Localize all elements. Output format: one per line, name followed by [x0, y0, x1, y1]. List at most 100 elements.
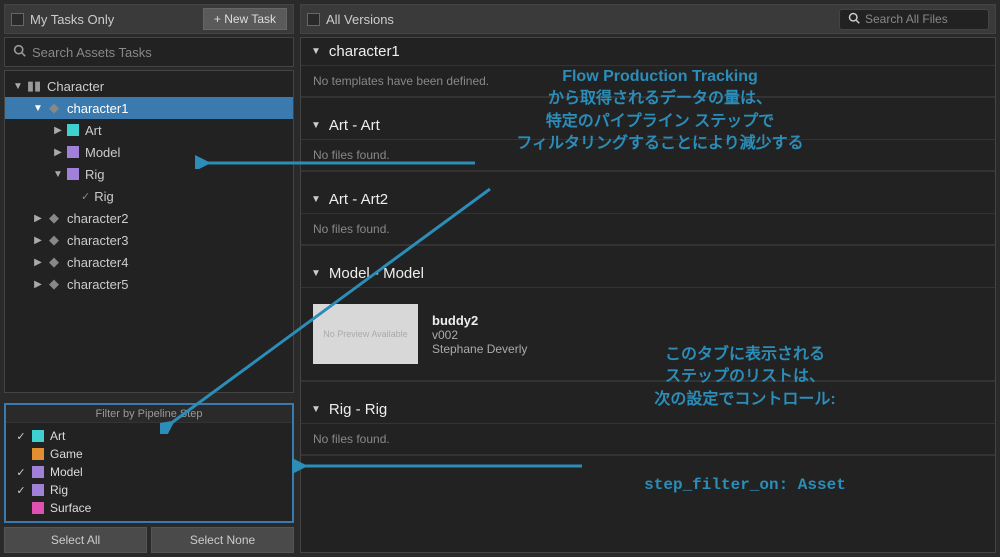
swatch-pink — [32, 502, 44, 514]
section-title: character1 — [329, 43, 400, 60]
section-body: No files found. — [301, 140, 995, 171]
section-title: Art - Art2 — [329, 191, 388, 208]
tree-label: Rig — [85, 167, 105, 182]
file-sections: ▼ character1 No templates have been defi… — [300, 37, 996, 553]
chevron-right-icon: ▶ — [33, 257, 43, 268]
tree-label: character2 — [67, 211, 128, 226]
section-header-art-art[interactable]: ▼ Art - Art — [301, 112, 995, 140]
filter-label: Game — [50, 447, 83, 461]
filter-item-rig[interactable]: ✓ Rig — [14, 481, 284, 499]
cube-icon: ◆ — [47, 212, 61, 224]
cube-icon: ◆ — [47, 234, 61, 246]
chevron-down-icon: ▼ — [33, 103, 43, 114]
chevron-right-icon: ▶ — [53, 125, 63, 136]
search-assets-input[interactable]: Search Assets Tasks — [4, 37, 294, 67]
chevron-down-icon: ▼ — [311, 194, 321, 205]
chevron-down-icon: ▼ — [311, 404, 321, 415]
asset-tree: ▼ ▮▮ Character ▼ ◆ character1 ▶ Art ▶ Mo… — [4, 70, 294, 393]
swatch-orange — [32, 448, 44, 460]
chevron-down-icon: ▼ — [311, 268, 321, 279]
check-icon: ✓ — [81, 190, 90, 203]
section-header-character1[interactable]: ▼ character1 — [301, 38, 995, 66]
select-none-button[interactable]: Select None — [151, 527, 294, 553]
cube-icon: ◆ — [47, 256, 61, 268]
file-author: Stephane Deverly — [432, 342, 527, 356]
section-body: No templates have been defined. — [301, 66, 995, 97]
filter-item-model[interactable]: ✓ Model — [14, 463, 284, 481]
select-all-button[interactable]: Select All — [4, 527, 147, 553]
check-icon: ✓ — [14, 430, 28, 443]
all-versions-label: All Versions — [326, 12, 839, 27]
tree-row-character5[interactable]: ▶ ◆ character5 — [5, 273, 293, 295]
check-icon: ✓ — [14, 484, 28, 497]
tree-label: character5 — [67, 277, 128, 292]
filter-item-art[interactable]: ✓ Art — [14, 427, 284, 445]
search-placeholder: Search All Files — [865, 12, 948, 26]
tree-label: character4 — [67, 255, 128, 270]
filter-title: Filter by Pipeline Step — [6, 405, 292, 423]
tree-label: Model — [85, 145, 120, 160]
section-title: Art - Art — [329, 117, 380, 134]
filter-label: Art — [50, 429, 65, 443]
thumbnail: No Preview Available — [313, 304, 418, 364]
tree-row-model[interactable]: ▶ Model — [5, 141, 293, 163]
filter-item-game[interactable]: Game — [14, 445, 284, 463]
new-task-button[interactable]: + New Task — [203, 8, 287, 30]
swatch-purple — [67, 168, 79, 180]
chevron-right-icon: ▶ — [33, 279, 43, 290]
swatch-purple — [67, 146, 79, 158]
check-icon: ✓ — [14, 466, 28, 479]
left-panel-header: My Tasks Only + New Task — [4, 4, 294, 34]
tree-row-character3[interactable]: ▶ ◆ character3 — [5, 229, 293, 251]
chevron-down-icon: ▼ — [13, 81, 23, 92]
tree-label: Character — [47, 79, 104, 94]
section-title: Rig - Rig — [329, 401, 387, 418]
swatch-cyan — [67, 124, 79, 136]
cube-icon: ◆ — [47, 278, 61, 290]
chevron-right-icon: ▶ — [33, 235, 43, 246]
tree-row-rig[interactable]: ▼ Rig — [5, 163, 293, 185]
tree-row-art[interactable]: ▶ Art — [5, 119, 293, 141]
right-panel-header: All Versions Search All Files — [300, 4, 996, 34]
section-header-model-model[interactable]: ▼ Model - Model — [301, 260, 995, 288]
tree-row-rig-task[interactable]: ✓ Rig — [5, 185, 293, 207]
chevron-right-icon: ▶ — [53, 147, 63, 158]
pipeline-step-filter: Filter by Pipeline Step ✓ Art Game ✓ Mod… — [4, 403, 294, 523]
filter-label: Rig — [50, 483, 68, 497]
tree-row-character1[interactable]: ▼ ◆ character1 — [5, 97, 293, 119]
tree-label: character3 — [67, 233, 128, 248]
chevron-down-icon: ▼ — [53, 169, 63, 180]
file-name: buddy2 — [432, 313, 527, 328]
tree-label: Art — [85, 123, 102, 138]
tree-row-character4[interactable]: ▶ ◆ character4 — [5, 251, 293, 273]
filter-label: Model — [50, 465, 83, 479]
section-body: No files found. — [301, 424, 995, 455]
filter-item-surface[interactable]: Surface — [14, 499, 284, 517]
my-tasks-only-checkbox[interactable] — [11, 13, 24, 26]
swatch-purple — [32, 484, 44, 496]
file-item-buddy2[interactable]: No Preview Available buddy2 v002 Stephan… — [313, 296, 983, 372]
search-placeholder: Search Assets Tasks — [32, 45, 152, 60]
chevron-down-icon: ▼ — [311, 120, 321, 131]
search-files-input[interactable]: Search All Files — [839, 9, 989, 30]
tree-label: Rig — [94, 189, 114, 204]
search-icon — [848, 12, 860, 27]
cube-icon: ◆ — [47, 102, 61, 114]
swatch-purple — [32, 466, 44, 478]
tree-row-character2[interactable]: ▶ ◆ character2 — [5, 207, 293, 229]
tree-row-character[interactable]: ▼ ▮▮ Character — [5, 75, 293, 97]
folder-icon: ▮▮ — [27, 80, 41, 92]
swatch-cyan — [32, 430, 44, 442]
all-versions-checkbox[interactable] — [307, 13, 320, 26]
file-version: v002 — [432, 328, 527, 342]
section-header-rig-rig[interactable]: ▼ Rig - Rig — [301, 396, 995, 424]
chevron-right-icon: ▶ — [33, 213, 43, 224]
tree-label: character1 — [67, 101, 128, 116]
my-tasks-only-label: My Tasks Only — [30, 12, 203, 27]
filter-label: Surface — [50, 501, 91, 515]
chevron-down-icon: ▼ — [311, 46, 321, 57]
section-header-art-art2[interactable]: ▼ Art - Art2 — [301, 186, 995, 214]
section-body: No files found. — [301, 214, 995, 245]
search-icon — [13, 44, 26, 60]
section-title: Model - Model — [329, 265, 424, 282]
